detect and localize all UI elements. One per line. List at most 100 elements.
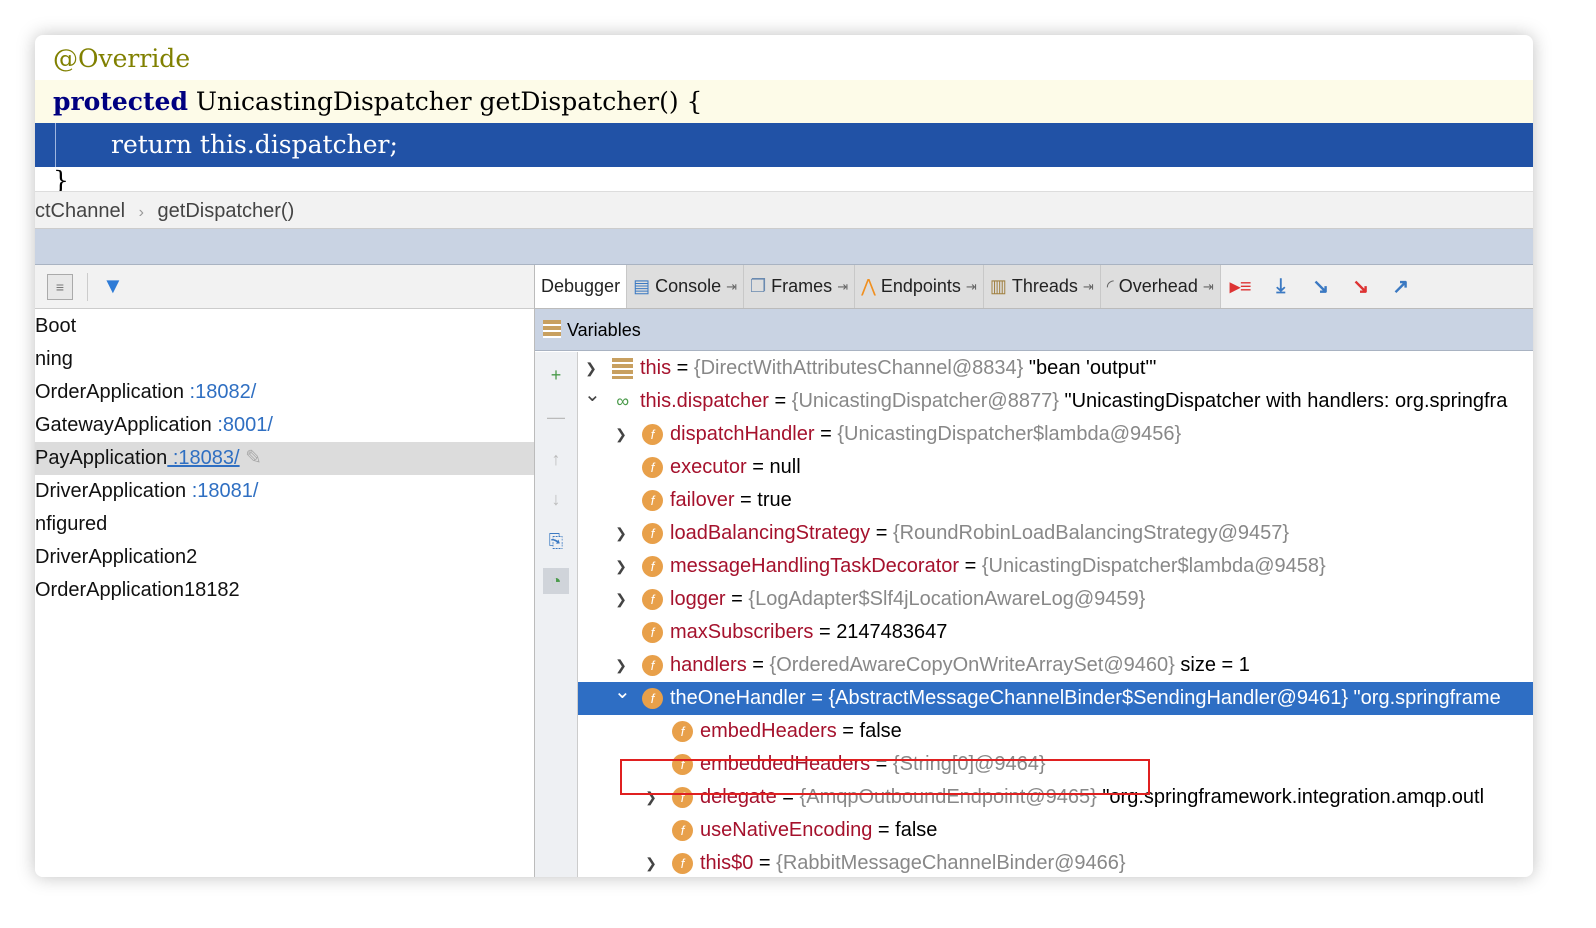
variable-row[interactable]: f useNativeEncoding = false bbox=[578, 814, 1533, 847]
service-item[interactable]: DriverApplication2 bbox=[35, 541, 534, 574]
service-item[interactable]: ning bbox=[35, 343, 534, 376]
watches-icon[interactable]: ◔ bbox=[543, 568, 569, 594]
breadcrumb-item[interactable]: getDispatcher() bbox=[158, 200, 295, 222]
service-item[interactable]: DriverApplication :18081/ bbox=[35, 475, 534, 508]
variable-name: embedHeaders bbox=[700, 720, 837, 742]
variable-text: this$0 = {RabbitMessageChannelBinder@946… bbox=[700, 847, 1126, 877]
code-line: @Override bbox=[53, 44, 191, 73]
service-item[interactable]: OrderApplication18182 bbox=[35, 574, 534, 607]
variable-text: failover = true bbox=[670, 484, 792, 517]
variable-text: handlers = {OrderedAwareCopyOnWriteArray… bbox=[670, 649, 1250, 682]
pin-icon[interactable]: ⇥ bbox=[1203, 279, 1214, 295]
equals: = bbox=[814, 423, 838, 445]
tab-overhead[interactable]: ◜ Overhead ⇥ bbox=[1100, 265, 1221, 308]
field-icon: f bbox=[672, 853, 693, 874]
step-out-icon[interactable]: ↗ bbox=[1381, 265, 1421, 308]
add-watch-icon[interactable]: + bbox=[543, 362, 569, 388]
expand-arrow-icon[interactable]: ❯ bbox=[614, 550, 628, 583]
frames-icon: ❐ bbox=[750, 276, 767, 296]
pin-icon[interactable]: ⇥ bbox=[837, 279, 848, 295]
service-port-link[interactable]: :18082/ bbox=[184, 381, 257, 403]
expand-arrow-icon[interactable]: ❯ bbox=[614, 583, 628, 616]
variable-row[interactable]: ⌄ f theOneHandler = {AbstractMessageChanne… bbox=[578, 681, 1533, 715]
variable-text: loadBalancingStrategy = {RoundRobinLoadB… bbox=[670, 517, 1289, 550]
show-execution-point-icon[interactable]: ▸≡ bbox=[1221, 265, 1261, 308]
variables-icon bbox=[543, 320, 561, 338]
variable-row[interactable]: ⌄ ∞ this.dispatcher = {UnicastingDispatche… bbox=[578, 384, 1533, 418]
variable-row[interactable]: ❯ this = {DirectWithAttributesChannel@883… bbox=[578, 352, 1533, 385]
equals: = bbox=[746, 654, 770, 676]
service-port-link[interactable]: :18083/ bbox=[167, 447, 240, 469]
variable-text: embedHeaders = false bbox=[700, 715, 902, 748]
expand-arrow-icon[interactable]: ❯ bbox=[614, 517, 628, 550]
breadcrumb-item[interactable]: ctChannel bbox=[35, 200, 125, 222]
code-editor[interactable]: @Override protected UnicastingDispatcher… bbox=[35, 35, 1533, 191]
variable-row[interactable]: ❯ f this$0 = {RabbitMessageChannelBinder@9… bbox=[578, 847, 1533, 877]
step-over-icon[interactable]: ⤓ bbox=[1261, 265, 1301, 308]
variable-row[interactable]: ❯ f dispatchHandler = {UnicastingDispatche… bbox=[578, 418, 1533, 451]
filter-icon[interactable]: ▼ bbox=[102, 273, 124, 299]
service-name: DriverApplication2 bbox=[35, 546, 198, 568]
collapse-arrow-icon[interactable]: ⌄ bbox=[614, 676, 631, 709]
field-icon: f bbox=[672, 721, 693, 742]
field-icon: f bbox=[672, 820, 693, 841]
highlight-box bbox=[620, 759, 1150, 795]
service-name: OrderApplication18182 bbox=[35, 579, 240, 601]
service-item[interactable]: GatewayApplication :8001/ bbox=[35, 409, 534, 442]
variable-type: {DirectWithAttributesChannel@8834} bbox=[693, 357, 1024, 379]
variable-name: executor bbox=[670, 456, 747, 478]
step-into-icon[interactable]: ↘ bbox=[1301, 265, 1341, 308]
equals: = bbox=[671, 357, 694, 379]
variable-value: true bbox=[757, 489, 792, 511]
field-icon: f bbox=[642, 424, 663, 445]
tab-console[interactable]: ▤ Console ⇥ bbox=[627, 265, 745, 308]
force-step-into-icon[interactable]: ↘ bbox=[1341, 265, 1381, 308]
variable-text: messageHandlingTaskDecorator = {Unicasti… bbox=[670, 550, 1326, 583]
variable-row[interactable]: f executor = null bbox=[578, 451, 1533, 484]
service-item[interactable]: Boot bbox=[35, 310, 534, 343]
service-item[interactable]: PayApplication :18083/ ✎ bbox=[35, 442, 534, 475]
tab-debugger[interactable]: Debugger bbox=[535, 265, 628, 308]
expand-arrow-icon[interactable]: ❯ bbox=[644, 847, 658, 877]
code-line: } bbox=[53, 166, 69, 191]
variable-row[interactable]: f embedHeaders = false bbox=[578, 715, 1533, 748]
collapse-arrow-icon[interactable]: ⌄ bbox=[584, 379, 601, 412]
variable-row[interactable]: ❯ f handlers = {OrderedAwareCopyOnWriteArr… bbox=[578, 649, 1533, 682]
service-item[interactable]: nfigured bbox=[35, 508, 534, 541]
service-port-link[interactable]: :18081/ bbox=[186, 480, 259, 502]
pin-icon[interactable]: ⇥ bbox=[726, 279, 737, 295]
tool-window-header bbox=[35, 229, 1533, 265]
tab-endpoints[interactable]: ⋀ Endpoints ⇥ bbox=[855, 265, 984, 308]
variables-tree: ❯ this = {DirectWithAttributesChannel@883… bbox=[578, 352, 1533, 877]
variables-side-toolbar: + — ↑ ↓ ⎘ ◔ bbox=[535, 352, 578, 877]
tab-threads[interactable]: ▥ Threads ⇥ bbox=[983, 265, 1101, 308]
variable-row[interactable]: ❯ f messageHandlingTaskDecorator = {Unicas… bbox=[578, 550, 1533, 583]
current-execution-line: return this.dispatcher; bbox=[35, 123, 1533, 167]
expand-arrow-icon[interactable]: ❯ bbox=[614, 418, 628, 451]
variable-row[interactable]: f maxSubscribers = 2147483647 bbox=[578, 616, 1533, 649]
variable-name: maxSubscribers bbox=[670, 621, 814, 643]
variable-row[interactable]: ❯ f loadBalancingStrategy = {RoundRobinLoa… bbox=[578, 517, 1533, 550]
copy-icon[interactable]: ⎘ bbox=[543, 528, 569, 554]
pin-icon[interactable]: ⇥ bbox=[1083, 279, 1094, 295]
service-item[interactable]: OrderApplication :18082/ bbox=[35, 376, 534, 409]
variable-row[interactable]: f failover = true bbox=[578, 484, 1533, 517]
services-toolbar: ≡ ▼ bbox=[35, 265, 534, 309]
variable-text: executor = null bbox=[670, 451, 801, 484]
tab-label: Endpoints bbox=[880, 276, 961, 296]
tab-label: Debugger bbox=[541, 276, 621, 296]
pin-icon[interactable]: ⇥ bbox=[966, 279, 977, 295]
variable-value: false bbox=[895, 819, 938, 841]
field-icon: f bbox=[642, 490, 663, 511]
variable-type: {UnicastingDispatcher@8877} bbox=[791, 390, 1059, 412]
group-icon[interactable]: ≡ bbox=[47, 274, 73, 300]
down-arrow-icon[interactable]: ↓ bbox=[543, 486, 569, 512]
tab-frames[interactable]: ❐ Frames ⇥ bbox=[744, 265, 856, 308]
service-port-link[interactable]: :8001/ bbox=[212, 414, 273, 436]
variable-value: "UnicastingDispatcher with handlers: org… bbox=[1058, 390, 1508, 412]
variable-row[interactable]: ❯ f logger = {LogAdapter$Slf4jLocationAwar… bbox=[578, 583, 1533, 616]
up-arrow-icon[interactable]: ↑ bbox=[543, 446, 569, 472]
remove-icon[interactable]: — bbox=[543, 404, 569, 430]
tab-label: Console bbox=[655, 276, 722, 296]
edit-icon[interactable]: ✎ bbox=[240, 447, 262, 469]
